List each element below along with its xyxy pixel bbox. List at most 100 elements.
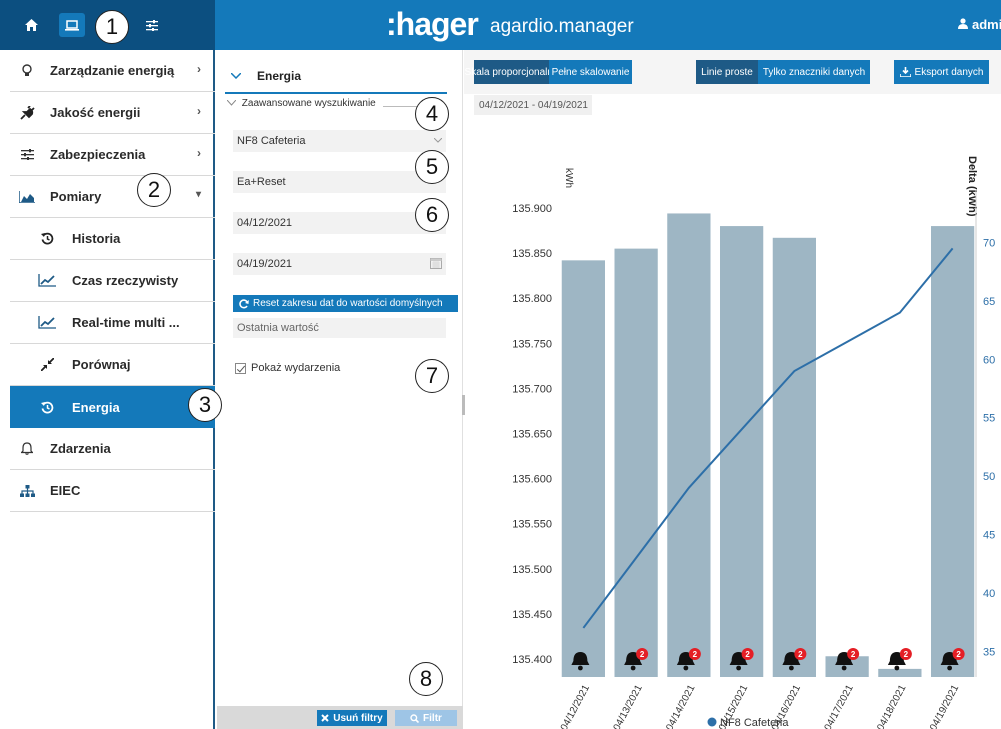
markers-only-label: Tylko znaczniki danych [762,66,866,78]
y-tick-label: 135.600 [512,474,552,486]
calendar-icon[interactable] [430,257,442,272]
y-tick-label: 135.550 [512,519,552,531]
date-from-value: 04/12/2021 [237,217,293,229]
history-icon [32,232,62,245]
show-events-checkbox[interactable]: Pokaż wydarzenia [235,362,340,374]
y2-tick-label: 55 [983,413,995,425]
date-to-input[interactable]: 04/19/2021 [233,253,446,275]
chevron-right-icon: › [197,104,201,118]
y-tick-label: 135.900 [512,203,552,215]
sidebar-item-events[interactable]: Zdarzenia [10,428,215,470]
sidebar-item-label: Zarządzanie energią [50,63,175,78]
sidebar-item-realtime[interactable]: Czas rzeczywisty [10,260,215,302]
full-scale-button[interactable]: Pełne skalowanie [549,60,632,84]
export-data-button[interactable]: Eksport danych [894,60,989,84]
main-content: Skala proporcjonalna Pełne skalowanie Li… [464,50,1001,729]
laptop-icon[interactable] [59,13,85,37]
y-tick-label: 135.450 [512,609,552,621]
reset-date-range-label: Reset zakresu dat do wartości domyślnych [253,298,443,309]
bell-clapper [788,665,794,671]
measure-select[interactable]: Ea+Reset [233,171,446,193]
bell-clapper [841,665,847,671]
y-tick-label: 135.400 [512,654,552,666]
panel-resize-handle[interactable] [462,395,465,415]
chart-bar [614,248,658,677]
x-tick-label: 04/14/2021 [664,683,697,729]
y-tick-label: 135.700 [512,383,552,395]
straight-lines-button[interactable]: Linie proste [696,60,758,84]
date-to-value: 04/19/2021 [237,258,293,270]
close-icon [321,714,329,722]
y-tick-label: 135.800 [512,293,552,305]
sidebar-item-realtime-multi[interactable]: Real-time multi ... [10,302,215,344]
download-icon [899,67,911,77]
y2-tick-label: 40 [983,588,995,600]
y-axis-label: kWh [563,168,574,188]
callout-1: 1 [95,10,129,44]
filter-button[interactable]: Filtr [395,710,457,726]
y2-tick-label: 70 [983,238,995,250]
sidebar-item-history[interactable]: Historia [10,218,215,260]
sidebar-item-label: Real-time multi ... [72,315,180,330]
advanced-search-toggle[interactable]: Zaawansowane wyszukiwanie [226,98,376,109]
last-value-select[interactable]: Ostatnia wartość [233,318,446,338]
sidebar-item-label: Porównaj [72,357,131,372]
sidebar-item-power-quality[interactable]: Jakość energii › [10,92,215,134]
proportional-scale-button[interactable]: Skala proporcjonalna [465,60,558,84]
energy-chart: 135.400 135.450 135.500 135.550 135.600 135.6… [512,156,995,729]
chevron-down-icon [226,98,237,109]
sidebar-item-energy[interactable]: Energia [10,386,215,428]
straight-lines-label: Linie proste [701,66,753,78]
measure-value: Ea+Reset [237,176,286,188]
show-events-label: Pokaż wydarzenia [251,362,341,374]
sidebar-item-label: Czas rzeczywisty [72,273,179,288]
sidebar-item-label: EIEC [50,483,81,498]
device-select[interactable]: NF8 Cafeteria [233,130,446,152]
markers-only-button[interactable]: Tylko znaczniki danych [758,60,870,84]
reset-date-range-button[interactable]: Reset zakresu dat do wartości domyślnych [233,295,458,312]
chevron-right-icon: › [197,146,201,160]
sidebar: Zarządzanie energią › Jakość energii › Z… [0,50,215,729]
event-count: 2 [798,650,803,659]
panel-title[interactable]: Energia [225,60,447,94]
sidebar-item-energy-management[interactable]: Zarządzanie energią › [10,50,215,92]
y2-tick-label: 65 [983,296,995,308]
callout-8: 8 [409,662,443,696]
filter-label: Filtr [423,712,442,724]
line-chart-icon [32,274,62,287]
last-value-text: Ostatnia wartość [237,322,319,334]
event-count: 2 [956,650,961,659]
chart-bar [561,260,606,677]
home-icon[interactable] [18,13,44,37]
user-menu[interactable]: admin [958,17,1001,32]
callout-6: 6 [415,198,449,232]
user-name: admin [972,17,1001,32]
event-count: 2 [640,650,645,659]
plug-icon [12,105,42,120]
sliders-icon[interactable] [139,13,165,37]
area-chart-icon [12,190,42,203]
y-tick-label: 135.500 [512,564,552,576]
legend-label: NF8 Cafeteria [720,717,789,729]
search-icon [410,713,420,723]
sliders-icon [12,149,42,160]
history-icon [32,401,62,414]
bell-clapper [894,665,900,671]
event-count: 2 [851,650,856,659]
proportional-scale-label: Skala proporcjonalna [464,66,559,78]
export-data-label: Eksport danych [914,66,984,78]
sidebar-item-label: Zabezpieczenia [50,147,146,162]
chart-bar [772,237,817,677]
bell-clapper [736,665,742,671]
sidebar-item-protection[interactable]: Zabezpieczenia › [10,134,215,176]
advanced-search-label: Zaawansowane wyszukiwanie [241,98,376,109]
clear-filters-button[interactable]: Usuń filtry [317,710,387,726]
date-range-display: 04/12/2021 - 04/19/2021 [474,95,592,115]
sidebar-item-compare[interactable]: Porównaj [10,344,215,386]
chevron-down-icon [433,135,443,146]
event-count: 2 [745,650,750,659]
sidebar-item-measurements[interactable]: Pomiary ▾ [10,176,215,218]
sidebar-item-eiec[interactable]: EIEC [10,470,215,512]
bulb-icon [12,63,42,78]
checkbox-checked-icon [235,362,246,374]
